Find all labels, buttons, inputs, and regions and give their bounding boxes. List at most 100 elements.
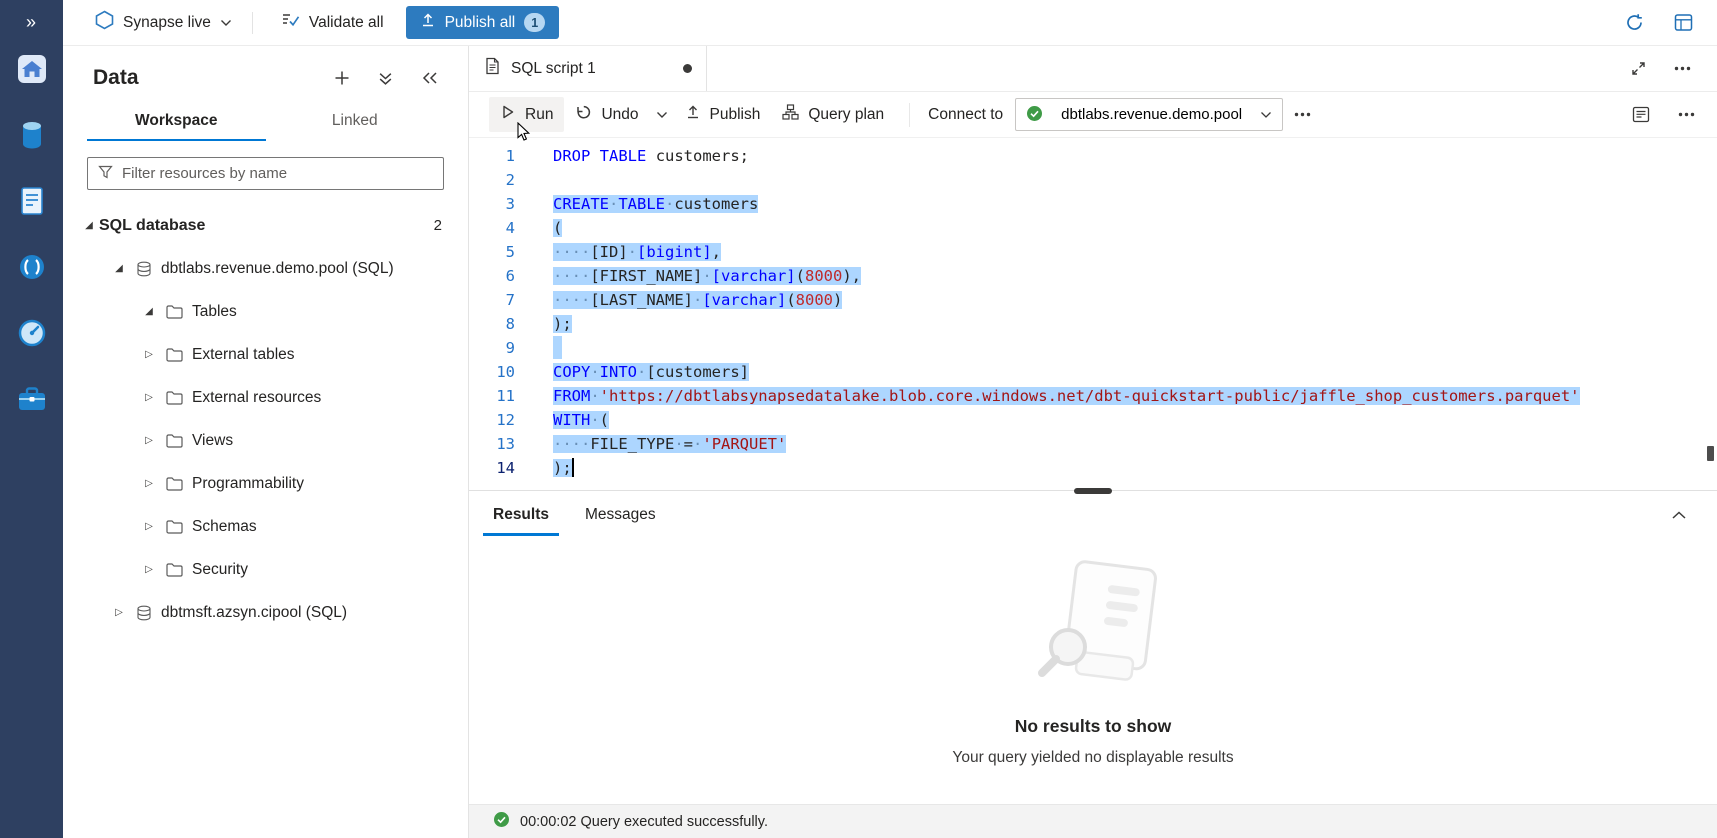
tab-sql-script-1[interactable]: SQL script 1 xyxy=(469,46,707,91)
code-line-7[interactable]: ····[LAST_NAME]·[varchar](8000) xyxy=(553,288,1717,312)
tree-item-programmability[interactable]: ▷ Programmability xyxy=(63,462,468,505)
publish-all-label: Publish all xyxy=(445,14,516,32)
folder-icon xyxy=(166,434,183,448)
add-resource-icon[interactable] xyxy=(330,66,354,90)
twistie-expanded-icon[interactable]: ◢ xyxy=(109,263,129,274)
code-line-2[interactable] xyxy=(553,168,1717,192)
code-line-9[interactable] xyxy=(553,336,1717,360)
tree-item-tables[interactable]: ◢Tables xyxy=(63,290,468,333)
validate-all-button[interactable]: Validate all xyxy=(273,6,392,39)
sidebar-item-monitor[interactable] xyxy=(12,314,52,354)
sql-editor-pane: SQL script 1 Run xyxy=(469,46,1717,838)
folder-icon xyxy=(166,520,183,534)
code-line-5[interactable]: ····[ID]·[bigint], xyxy=(553,240,1717,264)
publish-count-badge: 1 xyxy=(524,13,545,32)
code-line-10[interactable]: COPY·INTO·[customers] xyxy=(553,360,1717,384)
tree-item-label: Programmability xyxy=(192,475,304,493)
connection-dropdown[interactable]: dbtlabs.revenue.demo.pool xyxy=(1015,98,1283,131)
sidebar-item-develop[interactable] xyxy=(12,182,52,222)
expand-editor-icon[interactable] xyxy=(1627,57,1650,80)
tree-item-sql-database[interactable]: ◢SQL database2 xyxy=(63,204,468,247)
expand-rail-button[interactable]: » xyxy=(0,0,63,44)
twistie-collapsed-icon[interactable]: ▷ xyxy=(139,392,159,403)
branch-selector[interactable]: Synapse live xyxy=(95,10,232,35)
sidebar-item-integrate[interactable] xyxy=(12,248,52,288)
code-content[interactable]: DROP TABLE customers; CREATE·TABLE·custom… xyxy=(531,144,1717,490)
sidebar-item-data[interactable] xyxy=(12,116,52,156)
twistie-expanded-icon[interactable]: ◢ xyxy=(139,306,159,317)
tree-item-label: External tables xyxy=(192,346,295,364)
code-line-11[interactable]: FROM·'https://dbtlabsynapsedatalake.blob… xyxy=(553,384,1717,408)
editor-more-icon[interactable] xyxy=(1674,108,1699,121)
line-number: 3 xyxy=(469,192,515,216)
code-line-1[interactable]: DROP TABLE customers; xyxy=(553,144,1717,168)
tree-item-external-tables[interactable]: ▷ External tables xyxy=(63,333,468,376)
twistie-collapsed-icon[interactable]: ▷ xyxy=(139,349,159,360)
query-plan-button[interactable]: Query plan xyxy=(771,97,895,132)
tree-item-security[interactable]: ▷ Security xyxy=(63,548,468,591)
sidebar-item-manage[interactable] xyxy=(12,380,52,420)
twistie-collapsed-icon[interactable]: ▷ xyxy=(139,435,159,446)
code-line-13[interactable]: ····FILE_TYPE·=·'PARQUET' xyxy=(553,432,1717,456)
twistie-expanded-icon[interactable]: ◢ xyxy=(79,220,99,231)
tree-item-label: Security xyxy=(192,561,248,579)
collapse-pane-icon[interactable] xyxy=(417,67,442,89)
code-line-3[interactable]: CREATE·TABLE·customers xyxy=(553,192,1717,216)
refresh-icon[interactable] xyxy=(1621,9,1648,36)
integrate-icon xyxy=(16,251,48,286)
collapse-results-icon[interactable] xyxy=(1667,506,1691,524)
code-line-12[interactable]: WITH·( xyxy=(553,408,1717,432)
filter-resources-input[interactable] xyxy=(122,165,433,182)
collapse-all-icon[interactable] xyxy=(374,67,397,90)
tab-results[interactable]: Results xyxy=(483,494,559,536)
tree-item-dbtmsft-azsyn-cipool-sql[interactable]: ▷dbtmsft.azsyn.cipool (SQL) xyxy=(63,591,468,634)
tab-title: SQL script 1 xyxy=(511,60,596,78)
line-number: 10 xyxy=(469,360,515,384)
synapse-live-icon xyxy=(95,10,114,35)
tree-item-views[interactable]: ▷Views xyxy=(63,419,468,462)
publish-all-button[interactable]: Publish all 1 xyxy=(406,6,560,39)
more-actions-icon[interactable] xyxy=(1670,62,1695,75)
undo-redo-dropdown-icon[interactable] xyxy=(650,104,674,126)
sidebar-tabs: Workspace Linked xyxy=(63,94,468,141)
tree-item-schemas[interactable]: ▷Schemas xyxy=(63,505,468,548)
twistie-collapsed-icon[interactable]: ▷ xyxy=(139,564,159,575)
grid-panel-icon[interactable] xyxy=(1670,9,1697,36)
properties-icon[interactable] xyxy=(1628,102,1654,127)
sidebar-item-home[interactable] xyxy=(12,50,52,90)
validate-check-icon xyxy=(281,12,300,33)
tab-workspace[interactable]: Workspace xyxy=(87,102,266,141)
tab-linked[interactable]: Linked xyxy=(266,102,445,141)
branch-label: Synapse live xyxy=(123,14,211,32)
home-icon xyxy=(16,53,48,88)
twistie-collapsed-icon[interactable]: ▷ xyxy=(109,607,129,618)
editor-results-resize-handle[interactable] xyxy=(1074,488,1112,494)
results-panel: Results Messages xyxy=(469,490,1717,804)
folder-icon xyxy=(166,348,183,362)
twistie-collapsed-icon[interactable]: ▷ xyxy=(139,478,159,489)
twistie-collapsed-icon[interactable]: ▷ xyxy=(139,521,159,532)
results-empty-state: No results to show Your query yielded no… xyxy=(469,539,1717,804)
query-plan-icon xyxy=(782,104,799,125)
divider xyxy=(909,103,910,127)
code-line-14[interactable]: ); xyxy=(553,456,1717,480)
code-line-4[interactable]: ( xyxy=(553,216,1717,240)
tab-messages[interactable]: Messages xyxy=(575,494,666,536)
tree-item-dbtlabs-revenue-demo-pool-sql[interactable]: ◢dbtlabs.revenue.demo.pool (SQL) xyxy=(63,247,468,290)
connect-to-label: Connect to xyxy=(928,106,1003,124)
code-line-8[interactable]: ); xyxy=(553,312,1717,336)
toolbar-more-icon[interactable] xyxy=(1283,105,1322,124)
folder-icon xyxy=(166,391,183,405)
run-button[interactable]: Run xyxy=(489,97,564,132)
publish-button[interactable]: Publish xyxy=(674,97,772,132)
connection-status-icon xyxy=(1026,105,1043,125)
code-line-6[interactable]: ····[FIRST_NAME]·[varchar](8000), xyxy=(553,264,1717,288)
code-editor[interactable]: 1234567891011121314 DROP TABLE customers… xyxy=(469,138,1717,490)
tree-item-label: External resources xyxy=(192,389,321,407)
tree-item-external-resources[interactable]: ▷ External resources xyxy=(63,376,468,419)
top-command-bar: Synapse live Validate all Publish all 1 xyxy=(63,0,1717,46)
line-number: 1 xyxy=(469,144,515,168)
develop-icon xyxy=(18,185,46,220)
undo-button[interactable]: Undo xyxy=(564,97,649,132)
overview-ruler[interactable] xyxy=(1703,138,1717,490)
